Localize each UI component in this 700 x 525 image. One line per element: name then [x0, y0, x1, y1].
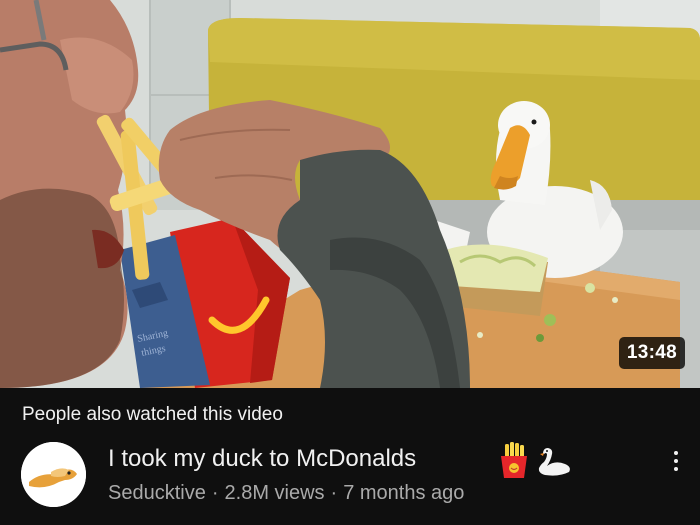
meta-separator: ·	[211, 482, 219, 504]
kebab-dot-icon	[674, 451, 678, 455]
section-heading: People also watched this video	[22, 404, 283, 425]
recommended-video-item[interactable]: I took my duck to McDonalds Seducktive · 2…	[0, 438, 700, 518]
view-count: 2.8M views	[224, 482, 325, 504]
video-metadata: Seducktive · 2.8M views · 7 months ago	[108, 482, 464, 505]
video-duration-badge: 13:48	[618, 337, 685, 369]
channel-name[interactable]: Seducktive	[108, 482, 206, 504]
upload-age: 7 months ago	[343, 482, 465, 504]
kebab-dot-icon	[674, 467, 678, 471]
duck-head-icon	[21, 442, 86, 507]
channel-avatar[interactable]	[21, 442, 86, 507]
french-fries-icon	[497, 442, 531, 485]
meta-separator: ·	[330, 482, 338, 504]
kebab-dot-icon	[674, 459, 678, 463]
video-thumbnail[interactable]: Sharing things 13:48	[0, 0, 700, 388]
more-options-button[interactable]	[664, 446, 688, 476]
video-title[interactable]: I took my duck to McDonalds	[108, 445, 416, 473]
swan-icon	[535, 446, 573, 483]
duck-mcdonalds-thumbnail-image: Sharing things	[0, 0, 700, 388]
